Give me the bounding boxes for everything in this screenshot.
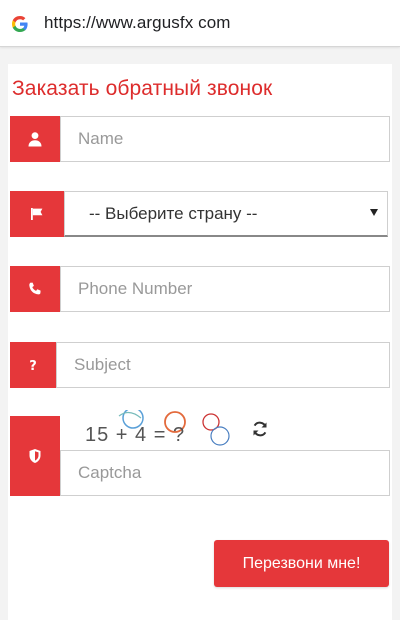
flag-icon — [31, 208, 43, 220]
country-selected-value: -- Выберите страну -- — [89, 203, 258, 223]
name-input[interactable] — [78, 129, 389, 149]
form-title: Заказать обратный звонок — [12, 77, 273, 100]
captcha-input[interactable] — [78, 463, 389, 483]
phone-row — [10, 266, 390, 312]
subject-row: ? — [10, 342, 390, 388]
svg-text:?: ? — [29, 359, 37, 373]
google-g-icon — [12, 16, 28, 32]
chevron-down-icon — [370, 209, 378, 216]
question-icon: ? — [29, 359, 37, 373]
captcha-field-row — [60, 450, 390, 496]
captcha-expression: 15 + 4 = ? — [85, 424, 186, 446]
country-select[interactable]: -- Выберите страну -- — [64, 191, 388, 237]
address-bar[interactable]: https://www.argusfx com — [0, 0, 400, 47]
phone-field[interactable] — [60, 266, 390, 312]
country-addon — [10, 191, 64, 237]
name-addon — [10, 116, 60, 162]
country-row: -- Выберите страну -- — [10, 191, 388, 237]
url-text[interactable]: https://www.argusfx com — [44, 13, 231, 33]
subject-input[interactable] — [74, 355, 389, 375]
phone-input[interactable] — [78, 279, 389, 299]
shield-icon — [29, 449, 41, 463]
refresh-icon[interactable] — [251, 420, 269, 438]
captcha-addon — [10, 416, 60, 496]
captcha-field[interactable] — [60, 450, 390, 496]
name-field[interactable] — [60, 116, 390, 162]
subject-addon: ? — [10, 342, 56, 388]
captcha-image: 15 + 4 = ? — [75, 410, 245, 450]
callback-submit-button[interactable]: Перезвони мне! — [214, 540, 389, 587]
user-icon — [28, 132, 42, 147]
name-row — [10, 116, 390, 162]
subject-field[interactable] — [56, 342, 390, 388]
phone-icon — [29, 282, 41, 295]
phone-addon — [10, 266, 60, 312]
captcha-row — [10, 416, 60, 496]
